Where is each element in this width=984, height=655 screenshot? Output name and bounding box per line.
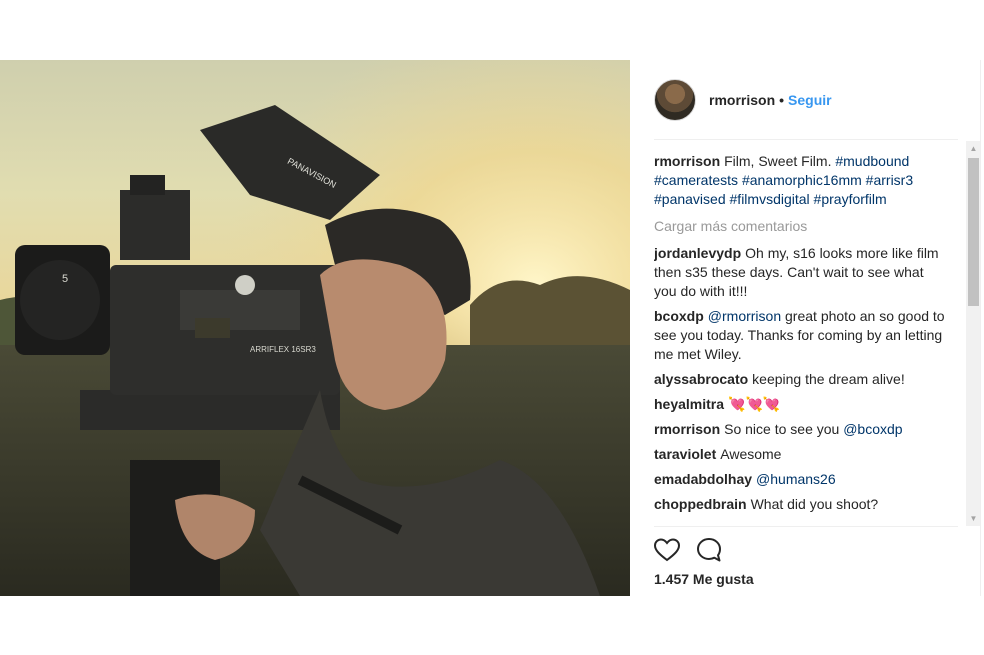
lens-marking: 5 <box>62 273 68 285</box>
camera-plate <box>80 390 340 430</box>
post-sidebar: rmorrison • Seguir rmorrison Film, Sweet … <box>630 60 958 596</box>
comment-username[interactable]: heyalmitra <box>654 396 724 412</box>
hashtag-link[interactable]: #anamorphic16mm <box>742 172 862 188</box>
likes-count[interactable]: 1.457 Me gusta <box>654 571 754 587</box>
comment-text: So nice to see you <box>724 421 840 437</box>
hashtag-link[interactable]: #mudbound <box>835 153 909 169</box>
camera-handle <box>120 190 190 260</box>
avatar[interactable] <box>654 79 696 121</box>
comment: jordanlevydp Oh my, s16 looks more like f… <box>654 244 948 301</box>
camera-viewfinder <box>130 175 165 195</box>
post-header-text: rmorrison • Seguir <box>709 92 832 108</box>
comment: rmorrison So nice to see you @bcoxdp <box>654 420 948 439</box>
comment-username[interactable]: emadabdolhay <box>654 471 752 487</box>
comments-list[interactable]: rmorrison Film, Sweet Film. #mudbound #ca… <box>654 152 948 524</box>
action-bar <box>654 534 738 566</box>
like-button[interactable] <box>654 534 686 566</box>
comment-text: keeping the dream alive! <box>752 371 905 387</box>
scrollbar-thumb[interactable] <box>968 158 979 306</box>
hashtag-link[interactable]: #arrisr3 <box>866 172 913 188</box>
comment: alyssabrocato keeping the dream alive! <box>654 370 948 389</box>
speech-bubble-icon <box>697 538 721 562</box>
post-photo[interactable]: ARRIFLEX 16SR3 5 PANAVISION <box>0 60 630 596</box>
camera-knob <box>235 275 255 295</box>
comment-username[interactable]: alyssabrocato <box>654 371 748 387</box>
comment-mention[interactable]: @humans26 <box>756 471 836 487</box>
scroll-up-icon[interactable]: ▲ <box>966 141 981 156</box>
comment-button[interactable] <box>696 534 728 566</box>
follow-button[interactable]: Seguir <box>788 92 832 108</box>
scroll-down-icon[interactable]: ▼ <box>966 511 981 526</box>
comment-emoji-text: 💘💘💘 <box>728 396 781 412</box>
separator-dot: • <box>779 92 785 108</box>
comment: bcoxdp @rmorrison great photo an so good … <box>654 307 948 364</box>
comment-text: Awesome <box>720 446 782 462</box>
comment-mention[interactable]: @bcoxdp <box>843 421 902 437</box>
comment-mention[interactable]: @rmorrison <box>708 308 781 324</box>
header-divider <box>654 139 958 140</box>
photo-illustration: ARRIFLEX 16SR3 5 PANAVISION <box>0 60 630 596</box>
comment-username[interactable]: choppedbrain <box>654 496 747 512</box>
caption-text: Film, Sweet Film. <box>724 153 832 169</box>
comment: taraviolet Awesome <box>654 445 948 464</box>
load-more-comments-button[interactable]: Cargar más comentarios <box>654 217 948 236</box>
comment-text: What did you shoot? <box>750 496 879 512</box>
post-author-username[interactable]: rmorrison <box>709 92 775 108</box>
hashtag-link[interactable]: #panavised <box>654 191 726 207</box>
comment: choppedbrain What did you shoot? <box>654 495 948 514</box>
comment-username[interactable]: taraviolet <box>654 446 716 462</box>
camera-brand-text: ARRIFLEX 16SR3 <box>250 345 316 354</box>
comment-username[interactable]: rmorrison <box>654 421 720 437</box>
post-header: rmorrison • Seguir <box>654 78 934 122</box>
comment-username[interactable]: jordanlevydp <box>654 245 741 261</box>
comment: emadabdolhay @humans26 <box>654 470 948 489</box>
comments-divider <box>654 526 958 527</box>
hashtag-link[interactable]: #filmvsdigital <box>730 191 810 207</box>
caption-username[interactable]: rmorrison <box>654 153 720 169</box>
panel-border <box>980 60 981 596</box>
comment-username[interactable]: bcoxdp <box>654 308 704 324</box>
heart-outline-icon <box>654 538 680 562</box>
comment: heyalmitra 💘💘💘 <box>654 395 948 414</box>
lens-ring <box>20 260 100 340</box>
camera-display <box>195 318 230 338</box>
comments-scrollbar[interactable]: ▲ ▼ <box>966 141 981 526</box>
hashtag-link[interactable]: #prayforfilm <box>814 191 887 207</box>
hashtag-link[interactable]: #cameratests <box>654 172 738 188</box>
caption: rmorrison Film, Sweet Film. #mudbound #ca… <box>654 152 948 209</box>
